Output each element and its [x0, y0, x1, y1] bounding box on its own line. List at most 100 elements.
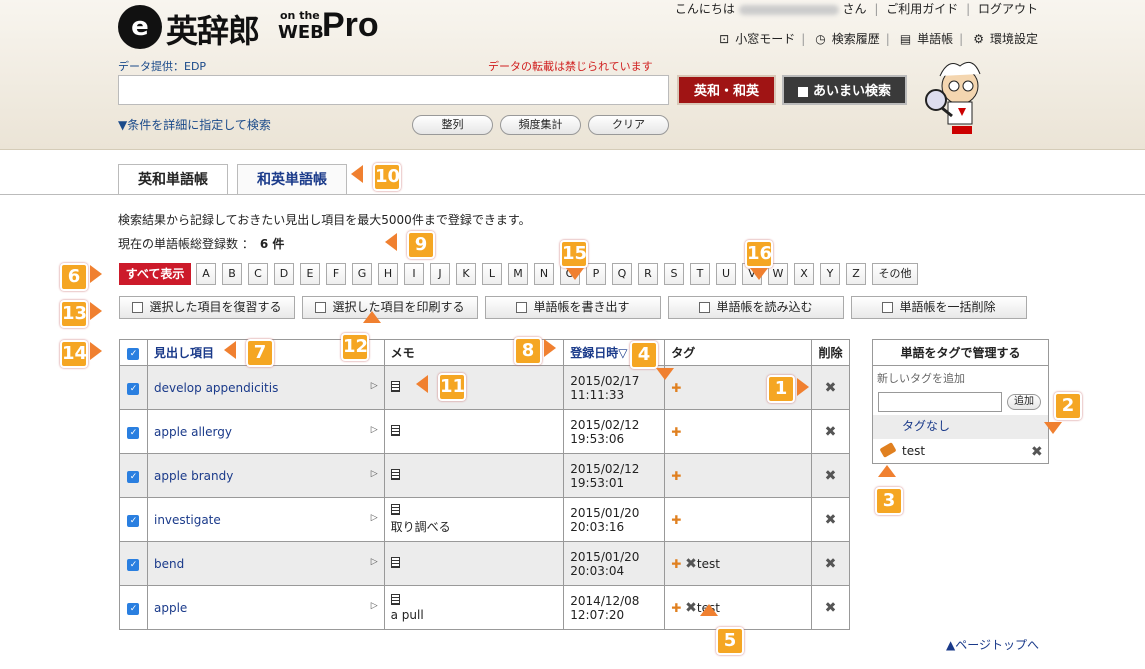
- letter-filter-g[interactable]: G: [352, 263, 372, 285]
- callout-arrow-icon: [566, 268, 584, 280]
- header-heading[interactable]: 見出し項目: [154, 346, 214, 360]
- letter-filter-h[interactable]: H: [378, 263, 398, 285]
- add-tag-icon[interactable]: ✚: [671, 601, 681, 615]
- memo-icon[interactable]: [390, 504, 400, 515]
- delete-row-icon[interactable]: ✖: [825, 468, 837, 484]
- expand-icon[interactable]: ▷: [371, 557, 378, 567]
- memo-icon[interactable]: [390, 424, 400, 436]
- letter-filter-k[interactable]: K: [456, 263, 476, 285]
- word-link[interactable]: investigate: [154, 513, 221, 527]
- delete-row-icon[interactable]: ✖: [825, 556, 837, 572]
- letter-filter-u[interactable]: U: [716, 263, 736, 285]
- letter-filter-y[interactable]: Y: [820, 263, 840, 285]
- delete-row-icon[interactable]: ✖: [825, 380, 837, 396]
- select-all-checkbox[interactable]: ✓: [127, 348, 140, 360]
- callout-badge-14: 14: [60, 340, 88, 368]
- page-top-link[interactable]: ▲ページトップへ: [946, 636, 1039, 653]
- letter-filter-s[interactable]: S: [664, 263, 684, 285]
- word-link[interactable]: apple brandy: [154, 469, 233, 483]
- small-window-link[interactable]: ⊡ 小窓モード: [713, 32, 795, 46]
- guide-link[interactable]: ご利用ガイド: [886, 2, 958, 16]
- delete-row-icon[interactable]: ✖: [825, 600, 837, 616]
- header-date[interactable]: 登録日時▽: [570, 346, 627, 360]
- row-checkbox[interactable]: ✓: [127, 427, 140, 439]
- word-link[interactable]: apple allergy: [154, 425, 232, 439]
- letter-filter-other[interactable]: その他: [872, 263, 918, 285]
- memo-icon[interactable]: [390, 380, 400, 392]
- sort-button[interactable]: 整列: [412, 115, 493, 135]
- row-checkbox[interactable]: ✓: [127, 383, 140, 395]
- delete-all-button[interactable]: 単語帳を一括削除: [851, 296, 1027, 319]
- expand-icon[interactable]: ▷: [371, 601, 378, 611]
- add-tag-icon[interactable]: ✚: [671, 469, 681, 483]
- frequency-button[interactable]: 頻度集計: [500, 115, 581, 135]
- expand-icon[interactable]: ▷: [371, 425, 378, 435]
- letter-filter-i[interactable]: I: [404, 263, 424, 285]
- letter-filter-x[interactable]: X: [794, 263, 814, 285]
- search-input[interactable]: [118, 75, 669, 105]
- memo-text: 取り調べる: [390, 520, 451, 534]
- letter-filter-a[interactable]: A: [196, 263, 216, 285]
- memo-icon[interactable]: [390, 593, 400, 605]
- date-text: 2015/02/12: [570, 417, 640, 432]
- tab-waei-wordbook[interactable]: 和英単語帳: [237, 164, 347, 194]
- letter-filter-m[interactable]: M: [508, 263, 528, 285]
- show-all-button[interactable]: すべて表示: [119, 263, 191, 285]
- history-link[interactable]: ◷ 検索履歴: [809, 32, 880, 46]
- clear-button[interactable]: クリア: [588, 115, 669, 135]
- row-checkbox[interactable]: ✓: [127, 515, 140, 527]
- table-body: ✓ develop appendicitis ▷ 2015/02/17 11:11:33…: [119, 365, 850, 630]
- export-button[interactable]: 単語帳を書き出す: [485, 296, 661, 319]
- delete-tag-icon[interactable]: ✖: [1031, 444, 1043, 460]
- advanced-search-link[interactable]: ▼条件を詳細に指定して検索: [118, 116, 271, 133]
- add-tag-icon[interactable]: ✚: [671, 557, 681, 571]
- row-checkbox[interactable]: ✓: [127, 559, 140, 571]
- letter-filter-p[interactable]: P: [586, 263, 606, 285]
- logout-link[interactable]: ログアウト: [978, 2, 1038, 16]
- letter-filter-l[interactable]: L: [482, 263, 502, 285]
- review-button[interactable]: 選択した項目を復習する: [119, 296, 295, 319]
- remove-tag-icon[interactable]: ✖: [685, 556, 697, 572]
- letter-filter-r[interactable]: R: [638, 263, 658, 285]
- wordbook-link[interactable]: ▤ 単語帳: [894, 32, 953, 46]
- tab-eiwa-wordbook[interactable]: 英和単語帳: [118, 164, 228, 195]
- add-tag-icon[interactable]: ✚: [671, 425, 681, 439]
- letter-filter-t[interactable]: T: [690, 263, 710, 285]
- letter-filter-d[interactable]: D: [274, 263, 294, 285]
- add-tag-button[interactable]: 追加: [1007, 394, 1041, 410]
- letter-filter-c[interactable]: C: [248, 263, 268, 285]
- settings-link[interactable]: ⚙ 環境設定: [967, 32, 1038, 46]
- letter-filter-z[interactable]: Z: [846, 263, 866, 285]
- word-link[interactable]: bend: [154, 557, 184, 571]
- expand-icon[interactable]: ▷: [371, 381, 378, 391]
- memo-icon[interactable]: [390, 556, 400, 568]
- letter-filter-q[interactable]: Q: [612, 263, 632, 285]
- expand-icon[interactable]: ▷: [371, 469, 378, 479]
- new-tag-input[interactable]: [878, 392, 1002, 412]
- add-tag-icon[interactable]: ✚: [671, 513, 681, 527]
- import-button[interactable]: 単語帳を読み込む: [668, 296, 844, 319]
- word-link[interactable]: apple: [154, 601, 187, 615]
- letter-filter-e[interactable]: E: [300, 263, 320, 285]
- letter-filter-b[interactable]: B: [222, 263, 242, 285]
- row-checkbox[interactable]: ✓: [127, 471, 140, 483]
- search-eiwa-button[interactable]: 英和・和英: [677, 75, 776, 105]
- letter-filter-n[interactable]: N: [534, 263, 554, 285]
- tag-item[interactable]: test: [873, 440, 1048, 462]
- delete-row-icon[interactable]: ✖: [825, 512, 837, 528]
- word-link[interactable]: develop appendicitis: [154, 381, 278, 395]
- callout-badge-4: 4: [630, 341, 658, 369]
- expand-icon[interactable]: ▷: [371, 513, 378, 523]
- letter-filter-f[interactable]: F: [326, 263, 346, 285]
- delete-row-icon[interactable]: ✖: [825, 424, 837, 440]
- add-tag-icon[interactable]: ✚: [671, 381, 681, 395]
- print-button[interactable]: 選択した項目を印刷する: [302, 296, 478, 319]
- tag-none-item[interactable]: タグなし: [873, 415, 1048, 439]
- fuzzy-search-button[interactable]: あいまい検索: [782, 75, 907, 105]
- callout-badge-1: 1: [767, 375, 795, 403]
- memo-icon[interactable]: [390, 468, 400, 480]
- letter-filter-j[interactable]: J: [430, 263, 450, 285]
- logo-title[interactable]: 英辞郎: [166, 6, 260, 52]
- remove-tag-icon[interactable]: ✖: [685, 600, 697, 616]
- row-checkbox[interactable]: ✓: [127, 603, 140, 615]
